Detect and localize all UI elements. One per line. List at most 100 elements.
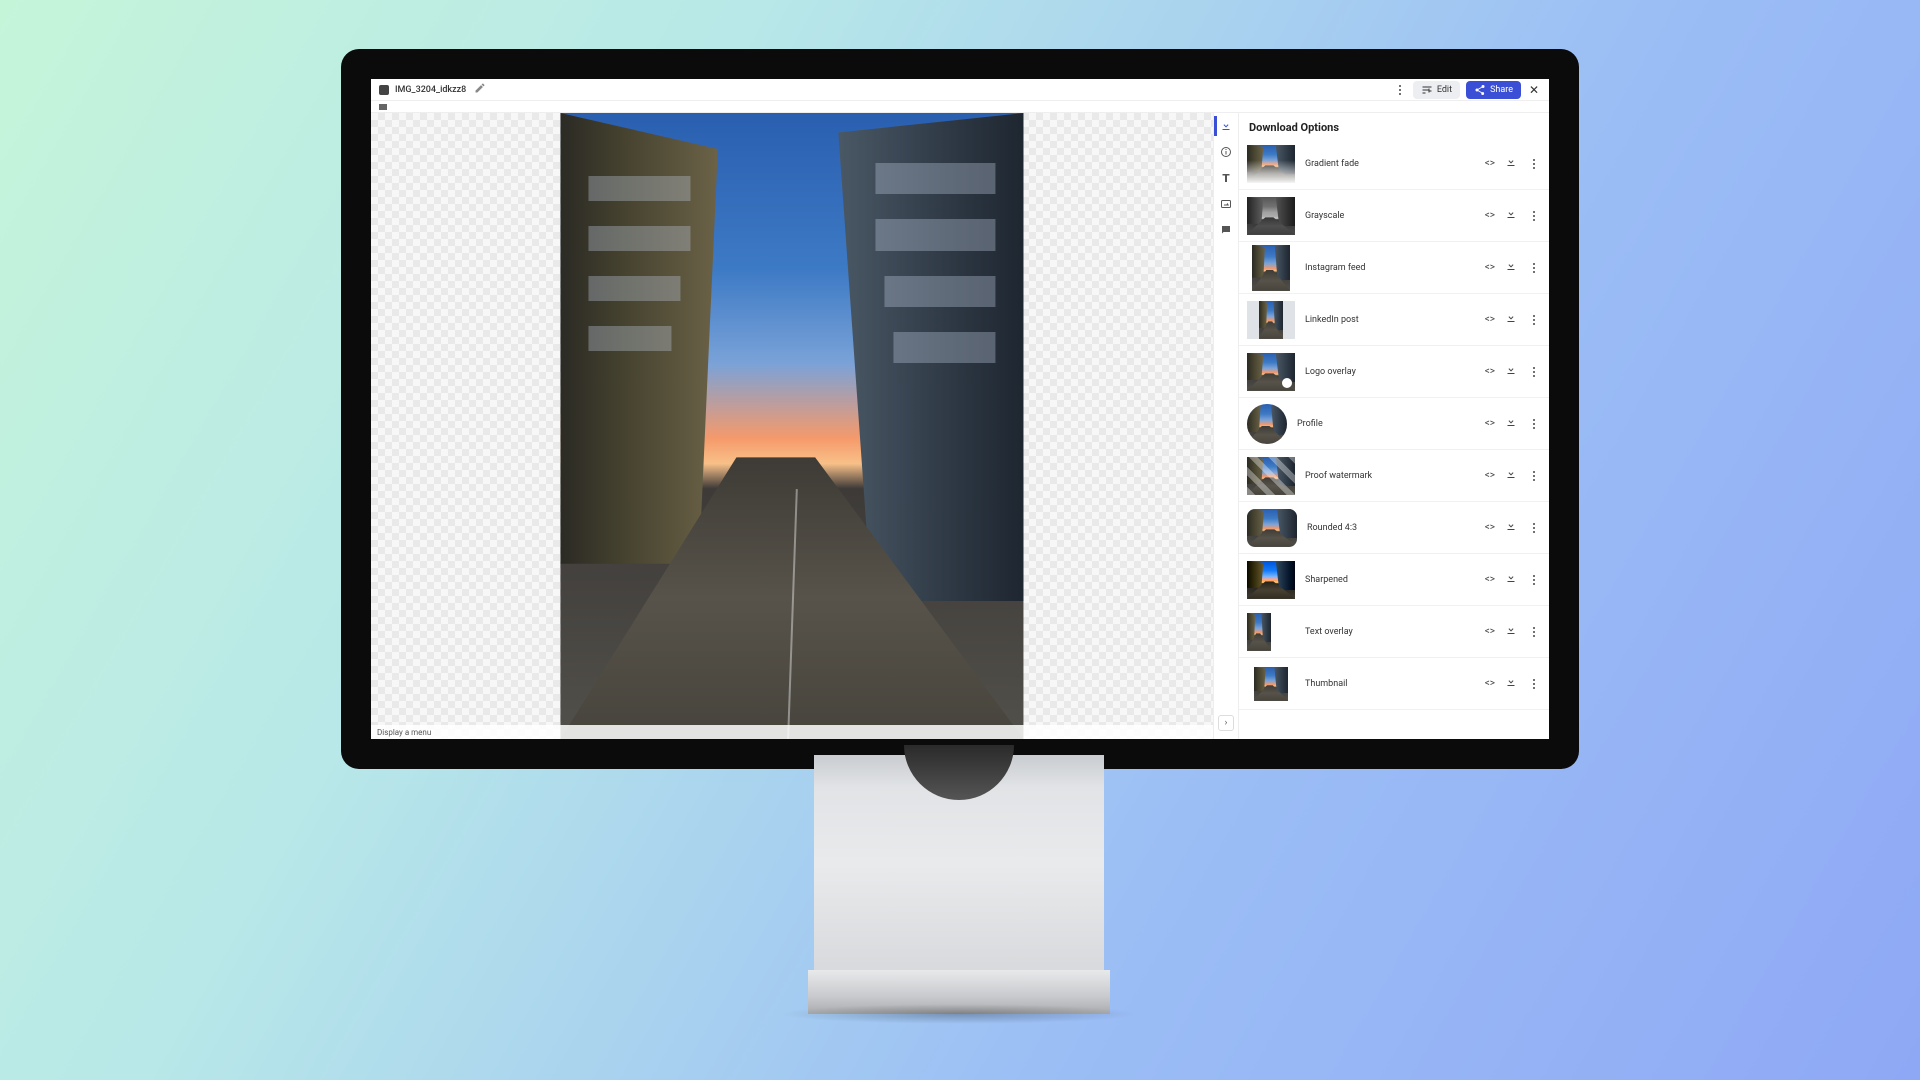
code-icon[interactable]: <> [1485,314,1495,325]
more-menu-icon[interactable] [1527,521,1541,535]
comment-icon[interactable] [1219,223,1233,237]
app-window: IMG_3204_idkzz8 Edit Share ✕ [371,79,1549,739]
download-icon[interactable] [1505,676,1517,691]
option-label: Instagram feed [1305,263,1475,273]
monitor-stand-neck [814,755,1104,973]
title-bar: IMG_3204_idkzz8 Edit Share ✕ [371,79,1549,101]
more-menu-icon[interactable] [1527,209,1541,223]
option-thumbnail [1247,301,1295,339]
download-icon[interactable] [1505,572,1517,587]
more-menu-icon[interactable] [1527,469,1541,483]
option-label: Sharpened [1305,575,1475,585]
code-icon[interactable]: <> [1485,418,1495,429]
option-actions: <> [1485,208,1541,223]
download-option-row[interactable]: Thumbnail <> [1239,658,1549,710]
code-icon[interactable]: <> [1485,158,1495,169]
download-icon[interactable] [1505,312,1517,327]
option-label: Proof watermark [1305,471,1475,481]
option-actions: <> [1485,520,1541,535]
main-image [560,113,1023,739]
more-menu-icon[interactable] [1527,313,1541,327]
code-icon[interactable]: <> [1485,470,1495,481]
more-menu-icon[interactable] [1527,157,1541,171]
download-options-list: Gradient fade<>Grayscale<>Instagram feed… [1239,138,1549,739]
code-icon[interactable]: <> [1485,678,1495,689]
more-menu-icon[interactable] [1393,83,1407,97]
code-icon[interactable]: <> [1485,366,1495,377]
image-icon[interactable] [1219,197,1233,211]
option-thumbnail [1247,353,1295,391]
option-thumbnail [1247,145,1295,183]
option-thumbnail [1247,197,1295,235]
sliders-icon [1421,84,1433,96]
option-thumbnail [1252,245,1290,291]
download-option-row[interactable]: Text overlay <> [1239,606,1549,658]
option-label: LinkedIn post [1305,315,1475,325]
download-icon[interactable] [1505,468,1517,483]
download-option-row[interactable]: Grayscale<> [1239,190,1549,242]
edit-button[interactable]: Edit [1413,81,1460,99]
status-bar: Display a menu [371,725,1213,739]
code-icon[interactable]: <> [1485,626,1495,637]
code-icon[interactable]: <> [1485,522,1495,533]
option-label: Text overlay [1305,627,1475,637]
monitor-bezel: IMG_3204_idkzz8 Edit Share ✕ [341,49,1579,769]
more-menu-icon[interactable] [1527,365,1541,379]
app-body: Display a menu › Download Options Gradie… [371,113,1549,739]
option-thumbnail [1247,457,1295,495]
text-icon[interactable] [1219,171,1233,185]
more-menu-icon[interactable] [1527,261,1541,275]
download-icon[interactable] [1219,119,1233,133]
share-button-label: Share [1490,85,1513,95]
code-icon[interactable]: <> [1485,262,1495,273]
download-option-row[interactable]: Sharpened <> [1239,554,1549,606]
download-option-row[interactable]: Instagram feed <> [1239,242,1549,294]
option-actions: <> [1485,572,1541,587]
rename-icon[interactable] [474,82,486,97]
chevron-right-icon[interactable]: › [1218,715,1234,731]
download-icon[interactable] [1505,416,1517,431]
option-actions: <> [1485,624,1541,639]
tool-rail: › [1213,113,1239,739]
download-icon[interactable] [1505,156,1517,171]
option-thumbnail [1247,404,1287,444]
download-option-row[interactable]: Gradient fade <> [1239,138,1549,190]
option-thumbnail [1247,613,1295,651]
more-menu-icon[interactable] [1527,677,1541,691]
code-icon[interactable]: <> [1485,210,1495,221]
option-actions: <> [1485,468,1541,483]
download-icon[interactable] [1505,624,1517,639]
download-icon[interactable] [1505,260,1517,275]
desktop-wallpaper: IMG_3204_idkzz8 Edit Share ✕ [0,0,1920,1080]
status-hint: Display a menu [377,728,431,737]
option-label: Gradient fade [1305,159,1475,169]
download-option-row[interactable]: Proof watermark <> [1239,450,1549,502]
option-thumbnail [1254,667,1288,701]
download-option-row[interactable]: Logo overlay <> [1239,346,1549,398]
code-icon[interactable]: <> [1485,574,1495,585]
monitor-stand-base [808,970,1110,1014]
option-actions: <> [1485,312,1541,327]
download-icon[interactable] [1505,520,1517,535]
option-actions: <> [1485,676,1541,691]
option-label: Profile [1297,419,1475,429]
more-menu-icon[interactable] [1527,573,1541,587]
option-label: Thumbnail [1305,679,1475,689]
option-actions: <> [1485,416,1541,431]
info-icon[interactable] [1219,145,1233,159]
option-actions: <> [1485,364,1541,379]
download-option-row[interactable]: Rounded 4:3<> [1239,502,1549,554]
breadcrumb[interactable] [371,101,1549,113]
share-button[interactable]: Share [1466,81,1521,99]
download-icon[interactable] [1505,364,1517,379]
option-label: Logo overlay [1305,367,1475,377]
more-menu-icon[interactable] [1527,417,1541,431]
download-icon[interactable] [1505,208,1517,223]
option-actions: <> [1485,260,1541,275]
canvas-area[interactable]: Display a menu [371,113,1213,739]
download-option-row[interactable]: Profile <> [1239,398,1549,450]
file-title: IMG_3204_idkzz8 [395,85,466,95]
more-menu-icon[interactable] [1527,625,1541,639]
download-option-row[interactable]: LinkedIn post <> [1239,294,1549,346]
close-icon[interactable]: ✕ [1527,83,1541,97]
